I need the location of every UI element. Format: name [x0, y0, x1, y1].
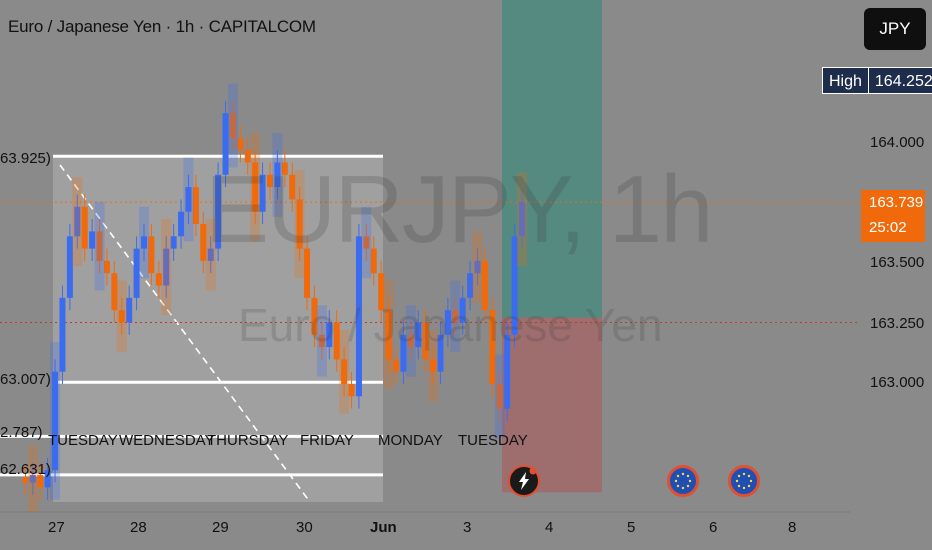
name-watermark: Euro / Japanese Yen [238, 299, 663, 351]
candle-shade [139, 206, 149, 279]
date-tick: 30 [296, 519, 313, 536]
level-label: 63.007) [0, 371, 51, 388]
day-label: TUESDAY [48, 432, 118, 449]
date-tick: 5 [627, 519, 636, 536]
candle-shade [27, 445, 38, 512]
day-label: FRIDAY [300, 432, 354, 449]
candle-shade [50, 342, 61, 500]
currency-button[interactable]: JPY [864, 8, 926, 50]
candle-body [170, 236, 177, 249]
candle-body [393, 359, 399, 372]
high-label: High [822, 67, 868, 94]
day-label: THURSDAY [207, 432, 289, 449]
candle-body [126, 297, 133, 323]
chart-area[interactable] [0, 0, 932, 550]
candle-shade [161, 219, 172, 316]
price-tick: 163.500 [870, 254, 925, 271]
candle-shade [116, 280, 127, 352]
candle-body [103, 260, 110, 274]
day-label: TUESDAY [458, 432, 528, 449]
price-tick: 163.000 [870, 374, 925, 391]
date-tick: 4 [545, 519, 554, 536]
candle-body [155, 273, 162, 286]
candle-body [348, 384, 355, 397]
date-tick: 3 [463, 519, 472, 536]
current-price-badge: 163.739 25:02 [861, 190, 925, 242]
candle-body [89, 231, 96, 249]
candle-shade [494, 354, 505, 439]
date-tick: 6 [709, 519, 718, 536]
day-label: WEDNESDAY [119, 432, 215, 449]
candle-body [192, 187, 199, 224]
level-label: 2.787) [0, 424, 43, 441]
price-tick: 163.250 [870, 315, 925, 332]
date-tick: 8 [788, 519, 797, 536]
candle-body [237, 137, 244, 151]
chart-title: Euro / Japanese Yen · 1h · CAPITALCOM [8, 17, 316, 36]
date-tick: 29 [212, 519, 229, 536]
date-tick: Jun [370, 519, 397, 536]
candle-body [81, 206, 88, 249]
candle-shade [72, 177, 83, 266]
candle-body [59, 297, 66, 372]
price-tick: 164.000 [870, 134, 925, 151]
level-label: 63.925) [0, 150, 51, 167]
candle-body [66, 236, 73, 298]
eu-flag-event-icon[interactable] [728, 465, 760, 497]
price-chart[interactable] [0, 0, 932, 550]
candle-body [111, 273, 118, 311]
symbol-watermark: EURJPY, 1h [205, 156, 713, 263]
candle-shade [183, 157, 194, 242]
date-tick: 27 [48, 519, 65, 536]
high-value: 164.252 [867, 67, 932, 94]
date-tick: 28 [130, 519, 147, 536]
bar-countdown: 25:02 [869, 219, 907, 236]
lightning-event-icon[interactable] [508, 465, 540, 497]
candle-shade [94, 201, 105, 291]
candle-body [178, 211, 185, 237]
current-price-value: 163.739 [869, 194, 924, 211]
candle-body [22, 477, 29, 483]
candle-body [467, 273, 474, 298]
day-label: MONDAY [378, 432, 443, 449]
eu-flag-event-icon[interactable] [667, 465, 699, 497]
high-price-badge: High 164.252 [822, 67, 932, 94]
candle-body [133, 248, 140, 298]
candle-body [148, 236, 155, 274]
level-label: 62.631) [0, 461, 51, 478]
